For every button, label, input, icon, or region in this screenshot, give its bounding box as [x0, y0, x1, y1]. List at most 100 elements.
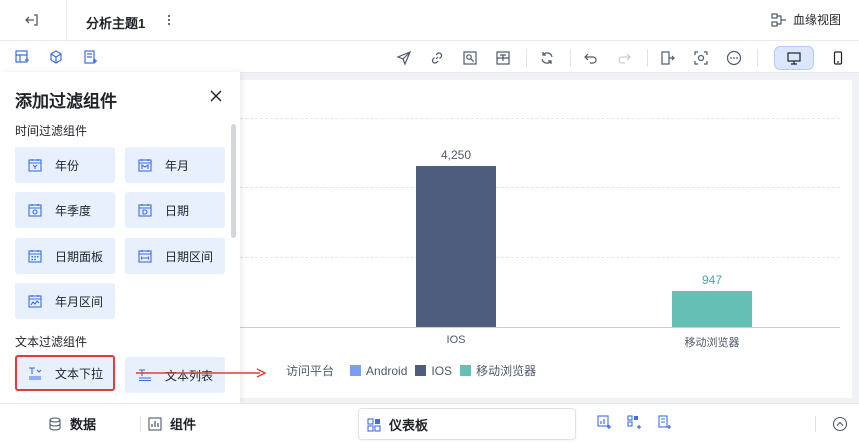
cube-icon[interactable] [46, 47, 66, 67]
refresh-icon[interactable] [537, 48, 557, 68]
dashboard-tab-label: 仪表板 [389, 418, 429, 433]
filter-year-quarter-button[interactable]: 年季度 [15, 192, 115, 228]
filter-label: 年季度 [55, 203, 92, 218]
dashboard-tab-inner: 仪表板 [367, 415, 428, 434]
divider [66, 0, 67, 41]
lineage-icon [771, 12, 787, 27]
time-filter-section-title: 时间过滤组件 [15, 124, 88, 138]
divider [647, 49, 648, 67]
redo-icon[interactable] [614, 48, 634, 68]
send-icon[interactable] [394, 48, 414, 68]
add-table-icon[interactable] [12, 47, 32, 67]
x-tick-ios: IOS [446, 334, 466, 346]
dashboard-icon [367, 417, 381, 432]
calendar-day-icon [137, 202, 153, 218]
bar-mobile-browser[interactable] [672, 291, 752, 327]
more-icon[interactable] [724, 48, 744, 68]
filter-label: 日期面板 [55, 249, 104, 264]
legend-label: Android [366, 363, 408, 378]
chart-icon [148, 416, 162, 431]
dashboard-tab[interactable]: 仪表板 [358, 408, 576, 440]
filter-year-month-range-button[interactable]: 年月区间 [15, 283, 115, 319]
bottom-bar: 数据 组件 仪表板 [0, 403, 859, 443]
legend-item-android[interactable]: Android [350, 364, 407, 378]
undo-icon[interactable] [581, 48, 601, 68]
x-tick-mobile-browser: 移动浏览器 [684, 337, 740, 349]
x-axis [240, 327, 840, 328]
mobile-view-button[interactable] [818, 46, 858, 70]
back-icon[interactable] [22, 10, 42, 30]
panel-scrollbar[interactable] [231, 124, 236, 238]
annotation-arrow [136, 368, 267, 378]
collapse-up-icon[interactable] [831, 415, 849, 433]
legend-title: 访问平台 [286, 364, 335, 378]
toolbar [0, 41, 859, 73]
legend-swatch [350, 365, 362, 376]
legend-label: 移动浏览器 [476, 364, 537, 378]
export-icon[interactable] [658, 48, 678, 68]
text-dropdown-icon [27, 365, 43, 381]
image-search-icon[interactable] [460, 48, 480, 68]
legend-item-mobile-browser[interactable]: 移动浏览器 [460, 362, 536, 379]
filter-date-panel-button[interactable]: 日期面板 [15, 238, 115, 274]
add-chart-icon[interactable] [596, 414, 612, 430]
filter-label: 年月 [165, 158, 190, 173]
filter-label: 文本下拉 [55, 366, 104, 381]
legend-swatch [415, 365, 427, 376]
calendar-quarter-icon [27, 202, 43, 218]
data-label-mobile-browser: 947 [701, 273, 723, 287]
filter-year-month-button[interactable]: 年月 [125, 147, 225, 183]
database-icon [48, 416, 62, 431]
mobile-icon [830, 50, 846, 66]
filter-year-button[interactable]: 年份 [15, 147, 115, 183]
component-tab-label: 组件 [170, 417, 197, 432]
filter-text-dropdown-button[interactable]: 文本下拉 [15, 355, 115, 391]
add-report-icon[interactable] [656, 414, 672, 430]
data-tab[interactable]: 数据 [48, 414, 96, 433]
divider [815, 416, 816, 432]
lineage-label: 血缘视图 [792, 13, 841, 27]
more-vertical-icon[interactable] [162, 11, 176, 29]
divider [570, 49, 571, 67]
panel-title: 添加过滤组件 [15, 92, 117, 111]
legend-label: IOS [431, 363, 453, 378]
calendar-range-icon [137, 248, 153, 264]
text-filter-section-title: 文本过滤组件 [15, 335, 88, 349]
filter-label: 日期区间 [165, 249, 214, 264]
page-title: 分析主题1 [86, 16, 146, 31]
filter-date-button[interactable]: 日期 [125, 192, 225, 228]
bar-ios[interactable] [416, 165, 496, 327]
lineage-view-button[interactable]: 血缘视图 [771, 11, 841, 28]
top-bar: 分析主题1 血缘视图 [0, 0, 859, 41]
gridline [240, 187, 840, 188]
divider [140, 416, 141, 432]
layout-icon[interactable] [493, 48, 513, 68]
component-tab[interactable]: 组件 [148, 414, 196, 433]
filter-label: 年份 [55, 158, 80, 173]
divider [526, 49, 527, 67]
desktop-view-button[interactable] [774, 46, 814, 70]
chart-legend: 访问平台 Android IOS 移动浏览器 [286, 362, 544, 379]
legend-swatch [460, 365, 472, 376]
desktop-icon [786, 50, 802, 66]
close-icon[interactable] [207, 87, 225, 105]
data-label-ios: 4,250 [440, 147, 472, 162]
filter-date-range-button[interactable]: 日期区间 [125, 238, 225, 274]
gridline [240, 257, 840, 258]
legend-item-ios[interactable]: IOS [415, 364, 452, 378]
add-filter-panel: 添加过滤组件 时间过滤组件 年份 年月 年季度 日期 日期面板 日期区间 年月区… [0, 72, 240, 403]
calendar-year-icon [27, 157, 43, 173]
dashboard-canvas: 4,250 947 IOS 移动浏览器 访问平台 Android IOS 移动浏… [240, 80, 852, 398]
calendar-month-range-icon [27, 293, 43, 309]
add-dashboard-icon[interactable] [626, 414, 642, 430]
divider [757, 49, 758, 67]
add-filter-icon[interactable] [80, 47, 100, 67]
filter-label: 日期 [165, 203, 190, 218]
filter-label: 年月区间 [55, 294, 104, 309]
screenshot-icon[interactable] [691, 48, 711, 68]
link-icon[interactable] [427, 48, 447, 68]
calendar-grid-icon [27, 248, 43, 264]
gridline [240, 118, 840, 119]
calendar-month-icon [137, 157, 153, 173]
data-tab-label: 数据 [70, 417, 97, 432]
